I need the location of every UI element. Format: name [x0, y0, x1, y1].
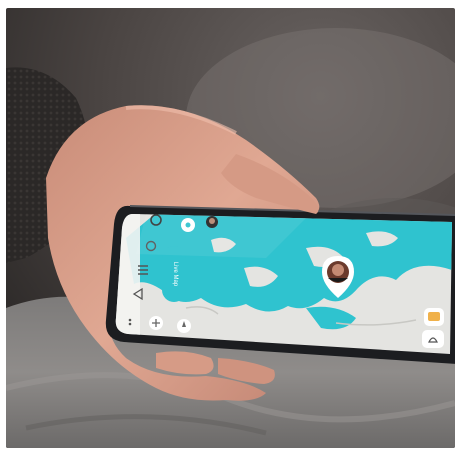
bell-icon[interactable]: [422, 330, 444, 348]
compass-icon[interactable]: [177, 319, 191, 333]
zoom-icon[interactable]: [149, 316, 163, 330]
live-map-button-label: Live Map: [172, 262, 178, 287]
chat-icon[interactable]: [424, 308, 444, 326]
photo-frame: Live Map: [6, 8, 455, 448]
photo-scene: Live Map: [6, 8, 455, 448]
